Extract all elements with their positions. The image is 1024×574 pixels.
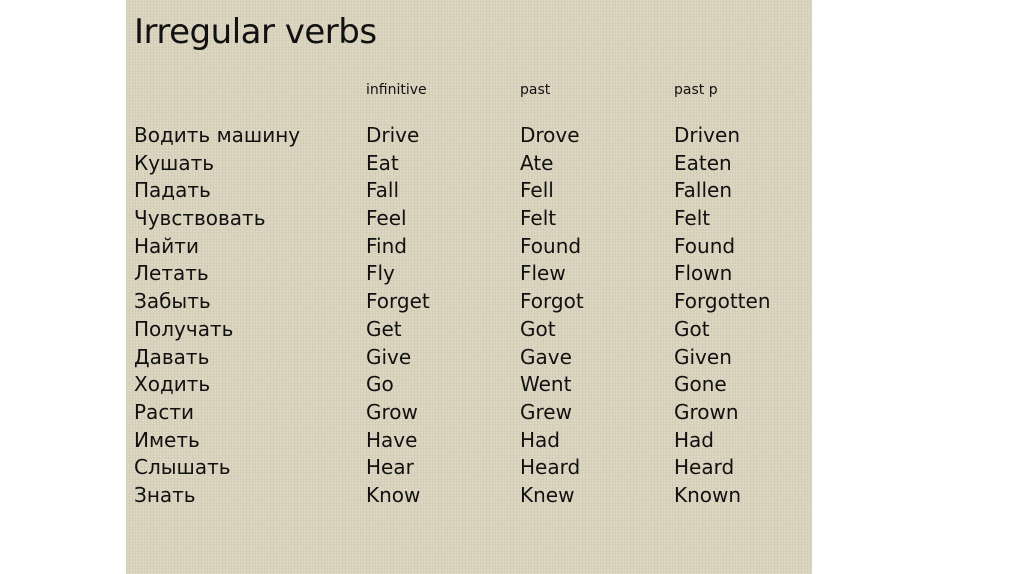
cell-past-participle: Driven bbox=[674, 123, 740, 147]
cell-past: Grew bbox=[520, 399, 572, 424]
cell-infinitive: Fly bbox=[366, 261, 395, 286]
cell-infinitive: Forget bbox=[366, 289, 430, 314]
cell-translation: Знать bbox=[134, 482, 196, 507]
table-row: Чувствовать Feel Felt Felt bbox=[126, 205, 812, 233]
table-row: Знать Know Knew Known bbox=[126, 482, 812, 510]
table-row: Получать Get Got Got bbox=[126, 316, 812, 344]
table-header: infinitive past past p bbox=[126, 82, 812, 102]
cell-translation: Водить машину bbox=[134, 123, 301, 147]
cell-translation: Слышать bbox=[134, 455, 231, 480]
cell-translation: Падать bbox=[134, 178, 211, 203]
cell-past-participle: Got bbox=[674, 316, 710, 341]
cell-translation: Найти bbox=[134, 233, 199, 258]
cell-infinitive: Know bbox=[366, 482, 421, 507]
cell-past: Heard bbox=[520, 455, 581, 480]
cell-past-participle: Felt bbox=[674, 206, 711, 231]
cell-past: Gave bbox=[520, 344, 572, 369]
verb-table: Водить машину Drive Drove Driven Кушать … bbox=[126, 122, 812, 510]
cell-past-participle: Forgotten bbox=[674, 289, 771, 314]
table-row: Слышать Hear Heard Heard bbox=[126, 454, 812, 482]
cell-translation: Кушать bbox=[134, 150, 215, 175]
table-row: Найти Find Found Found bbox=[126, 233, 812, 261]
cell-past-participle: Given bbox=[674, 344, 732, 369]
header-infinitive: infinitive bbox=[366, 82, 427, 98]
cell-past: Got bbox=[520, 316, 556, 341]
cell-translation: Ходить bbox=[134, 372, 211, 397]
cell-infinitive: Give bbox=[366, 344, 412, 369]
cell-infinitive: Fall bbox=[366, 178, 400, 203]
cell-translation: Забыть bbox=[134, 289, 211, 314]
cell-past: Felt bbox=[520, 206, 557, 231]
header-past: past bbox=[520, 82, 551, 98]
cell-past-participle: Gone bbox=[674, 372, 727, 397]
slide: Irregular verbs infinitive past past p В… bbox=[126, 0, 812, 574]
table-row: Летать Fly Flew Flown bbox=[126, 260, 812, 288]
cell-infinitive: Get bbox=[366, 316, 402, 341]
cell-infinitive: Feel bbox=[366, 206, 407, 231]
cell-translation: Чувствовать bbox=[134, 206, 266, 231]
cell-past-participle: Grown bbox=[674, 399, 739, 424]
cell-past-participle: Known bbox=[674, 482, 742, 507]
header-past-participle: past p bbox=[674, 82, 718, 98]
cell-past-participle: Flown bbox=[674, 261, 733, 286]
cell-past: Found bbox=[520, 233, 582, 258]
cell-past-participle: Fallen bbox=[674, 178, 733, 203]
table-row: Падать Fall Fell Fallen bbox=[126, 177, 812, 205]
cell-infinitive: Find bbox=[366, 233, 407, 258]
cell-past: Flew bbox=[520, 261, 566, 286]
cell-infinitive: Have bbox=[366, 427, 418, 452]
table-row: Давать Give Gave Given bbox=[126, 344, 812, 372]
cell-infinitive: Hear bbox=[366, 455, 414, 480]
cell-past: Knew bbox=[520, 482, 575, 507]
cell-past: Drove bbox=[520, 123, 580, 147]
cell-infinitive: Go bbox=[366, 372, 394, 397]
cell-past: Fell bbox=[520, 178, 554, 203]
cell-translation: Иметь bbox=[134, 427, 200, 452]
cell-past: Went bbox=[520, 372, 572, 397]
cell-infinitive: Drive bbox=[366, 123, 420, 147]
cell-translation: Расти bbox=[134, 399, 194, 424]
table-row: Забыть Forget Forgot Forgotten bbox=[126, 288, 812, 316]
cell-past-participle: Found bbox=[674, 233, 736, 258]
table-row: Водить машину Drive Drove Driven bbox=[126, 122, 812, 150]
table-row: Ходить Go Went Gone bbox=[126, 371, 812, 399]
table-row: Иметь Have Had Had bbox=[126, 427, 812, 455]
cell-translation: Давать bbox=[134, 344, 210, 369]
cell-infinitive: Eat bbox=[366, 150, 399, 175]
cell-infinitive: Grow bbox=[366, 399, 418, 424]
cell-past-participle: Heard bbox=[674, 455, 735, 480]
cell-translation: Получать bbox=[134, 316, 234, 341]
table-row: Кушать Eat Ate Eaten bbox=[126, 150, 812, 178]
cell-past: Forgot bbox=[520, 289, 584, 314]
table-row: Расти Grow Grew Grown bbox=[126, 399, 812, 427]
cell-past: Had bbox=[520, 427, 560, 452]
cell-past-participle: Eaten bbox=[674, 150, 732, 175]
cell-past: Ate bbox=[520, 150, 554, 175]
cell-past-participle: Had bbox=[674, 427, 714, 452]
slide-title: Irregular verbs bbox=[134, 12, 377, 52]
cell-translation: Летать bbox=[134, 261, 209, 286]
